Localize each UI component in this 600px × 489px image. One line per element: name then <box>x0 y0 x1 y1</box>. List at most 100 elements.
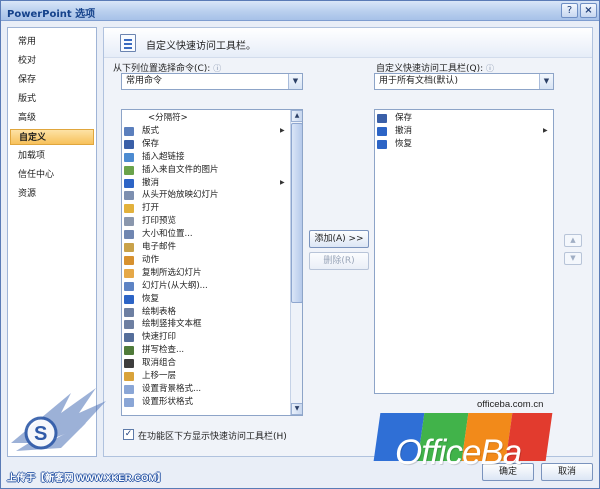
command-item[interactable]: 撤消 ▶ <box>124 177 285 190</box>
scroll-thumb[interactable] <box>291 123 302 303</box>
command-item[interactable]: 从头开始放映幻灯片 <box>124 189 284 202</box>
quick-access-item[interactable]: 保存 <box>377 112 537 125</box>
sidebar-item-trust-center[interactable]: 信任中心 <box>10 167 94 183</box>
winged-emblem-watermark: S <box>11 388 106 451</box>
command-item[interactable]: 电子邮件 <box>124 241 284 254</box>
show-below-ribbon-checkbox[interactable]: ✓ <box>123 429 134 440</box>
window-title: PowerPoint 选项 <box>7 9 96 20</box>
command-item[interactable]: 绘制竖排文本框 <box>124 318 284 331</box>
sidebar-item-proofing[interactable]: 校对 <box>10 53 94 69</box>
quick-access-item[interactable]: 恢复 <box>377 138 537 151</box>
command-item[interactable]: 绘制表格 <box>124 306 284 319</box>
command-item[interactable]: 幻灯片(从大纲)... <box>124 280 284 293</box>
command-item[interactable]: 快速打印 <box>124 331 284 344</box>
sidebar-item-save[interactable]: 保存 <box>10 72 94 88</box>
command-item[interactable]: 插入超链接 <box>124 151 284 164</box>
commands-scrollbar[interactable]: ▲ ▼ <box>290 110 302 415</box>
spelling-icon <box>124 346 134 356</box>
help-button[interactable]: ? <box>561 3 578 18</box>
scroll-up-button[interactable]: ▲ <box>291 110 302 122</box>
command-item[interactable]: 设置背景格式... <box>124 383 284 396</box>
customize-scope-select[interactable]: 用于所有文档(默认) ▼ <box>374 73 554 90</box>
choose-commands-value: 常用命令 <box>126 76 163 86</box>
command-item-label: 从头开始放映幻灯片 <box>142 190 219 201</box>
info-icon: ⓘ <box>486 64 495 73</box>
move-down-button[interactable]: ▼ <box>564 252 582 265</box>
scroll-down-button[interactable]: ▼ <box>291 403 302 415</box>
quick-access-item-label: 撤消 <box>395 125 413 136</box>
cancel-button[interactable]: 取消 <box>541 463 593 481</box>
command-item[interactable]: 插入来自文件的图片 <box>124 164 284 177</box>
command-item-label: 幻灯片(从大纲)... <box>142 280 208 291</box>
commands-list[interactable]: <分隔符> 版式 ▶ 保存插入超链接插入来自文件的图片撤消 ▶ 从头开始放映幻灯片 打开打印… <box>121 109 303 416</box>
save-icon <box>124 139 134 149</box>
print-preview-icon <box>124 217 134 227</box>
command-item-label: 绘制表格 <box>142 306 177 317</box>
email-icon <box>124 243 134 252</box>
ungroup-icon <box>124 359 134 369</box>
draw-table-icon <box>124 307 134 317</box>
show-below-ribbon-label: 在功能区下方显示快速访问工具栏(H) <box>138 432 287 442</box>
sidebar-item-customize[interactable]: 自定义 <box>10 129 94 145</box>
options-window: PowerPoint 选项 ? × 常用 校对 保存 版式 高级 自定义 加载项… <box>0 0 600 489</box>
command-item-label: 绘制竖排文本框 <box>142 319 202 330</box>
sidebar-item-layout[interactable]: 版式 <box>10 91 94 107</box>
sidebar-item-advanced[interactable]: 高级 <box>10 110 94 126</box>
open-icon <box>124 204 134 214</box>
command-item[interactable]: 恢复 <box>124 293 284 306</box>
command-item-label: 设置背景格式... <box>142 383 202 394</box>
sidebar-item-popular[interactable]: 常用 <box>10 34 94 50</box>
command-item[interactable]: 拼写检查... <box>124 344 284 357</box>
bring-forward-icon <box>124 372 134 381</box>
svg-text:S: S <box>34 423 47 445</box>
command-item[interactable]: 上移一层 <box>124 370 284 383</box>
duplicate-slide-icon <box>124 268 134 278</box>
command-item-label: 插入超链接 <box>142 151 185 162</box>
save-icon <box>377 114 387 123</box>
command-item-label: 动作 <box>142 254 160 265</box>
quick-access-item[interactable]: 撤消 ▶ <box>377 125 548 138</box>
add-button[interactable]: 添加(A) >> <box>309 230 369 248</box>
choose-commands-select[interactable]: 常用命令 ▼ <box>121 73 303 90</box>
command-item-label: 拼写检查... <box>142 345 185 356</box>
logo-url: officeba.com.cn <box>477 399 544 410</box>
command-item-label: 插入来自文件的图片 <box>142 164 219 175</box>
command-item-label: 打印预览 <box>142 216 177 227</box>
chevron-down-icon[interactable]: ▼ <box>539 74 553 89</box>
command-item-label: 保存 <box>142 138 160 149</box>
picture-icon <box>124 165 134 175</box>
command-item[interactable]: 打印预览 <box>124 215 284 228</box>
toolbar-icon <box>120 34 136 52</box>
info-icon: ⓘ <box>213 64 222 73</box>
command-item[interactable]: 动作 <box>124 254 284 267</box>
command-item[interactable]: 复制所选幻灯片 <box>124 267 284 280</box>
command-item[interactable]: 版式 ▶ <box>124 125 285 138</box>
redo-icon <box>377 139 387 149</box>
command-item-label: 设置形状格式 <box>142 396 194 407</box>
close-button[interactable]: × <box>580 3 597 18</box>
chevron-down-icon[interactable]: ▼ <box>288 74 302 89</box>
remove-button[interactable]: 删除(R) <box>309 252 369 270</box>
slideshow-icon <box>124 191 134 201</box>
command-item[interactable]: 大小和位置... <box>124 228 284 241</box>
command-item-label: 大小和位置... <box>142 229 193 240</box>
command-item-label: 快速打印 <box>142 332 177 343</box>
command-item[interactable]: 保存 <box>124 138 284 151</box>
sidebar-item-addins[interactable]: 加载项 <box>10 148 94 164</box>
sidebar-item-resources[interactable]: 资源 <box>10 186 94 202</box>
command-item-label: 取消组合 <box>142 358 177 369</box>
action-icon <box>124 255 134 265</box>
layout-icon <box>124 126 134 136</box>
logo-wordmark: OfficeBa <box>395 433 522 472</box>
command-item[interactable]: 打开 <box>124 202 284 215</box>
outline-slides-icon <box>124 281 134 291</box>
quick-access-list[interactable]: 保存 撤消 ▶ 恢复 <box>374 109 554 394</box>
command-item[interactable]: 取消组合 <box>124 357 284 370</box>
command-item[interactable]: 设置形状格式 <box>124 396 284 409</box>
undo-icon <box>377 126 387 136</box>
officeba-logo: officeba.com.cn OfficeBa <box>373 399 557 472</box>
redo-icon <box>124 294 134 304</box>
move-up-button[interactable]: ▲ <box>564 234 582 247</box>
command-item-label: 打开 <box>142 203 160 214</box>
command-item[interactable]: <分隔符> <box>124 112 284 125</box>
